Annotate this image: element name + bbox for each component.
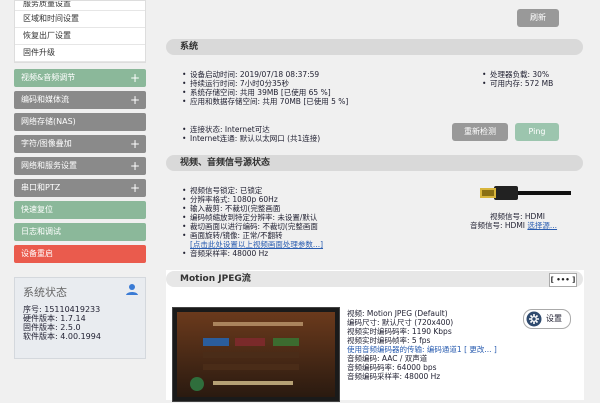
expand-icon: + [129,137,140,151]
video-thumbnail [177,312,335,397]
system-storage: 系统存储空间: 共用 39MB [已使用 65 %] [182,88,412,97]
app-storage: 应用和数据存储空间: 共用 70MB [已使用 5 %] [182,97,412,106]
expand-icon: + [129,93,140,107]
video-settings-link[interactable]: [点击此处设置以上视频画面处理参数...] [182,240,422,249]
input-crop: 输入裁剪: 不裁切(完整画面 [182,204,422,213]
audio-signal-label: 音频信号: HDMI [470,221,526,230]
gear-icon [526,311,542,327]
sidebar-item-overlay[interactable]: 字符/图像叠加 + [14,135,146,153]
audio-bitrate: 音频编码码率: 64000 bps [347,363,437,372]
encode-crop: 裁切画面以进行编码: 不裁切(完整画面 [182,222,422,231]
resolution: 分辨率格式: 1080p 60Hz [182,195,422,204]
sidebar-item-label: 网络存储(NAS) [21,117,76,126]
video-signal: 视频信号: HDMI [490,212,546,221]
software-version: 软件版本: 4.00.1994 [23,332,101,341]
expand-icon: + [129,159,140,173]
connection-status: 连接状态: Internet可达 [182,125,412,134]
sidebar-subitem[interactable]: 服务质量设置 [15,1,145,11]
main-content: 刷新 系统 设备启动时间: 2019/07/18 08:37:59 持续运行时间… [166,0,584,402]
sidebar-item-label: 快速复位 [21,205,53,214]
recheck-button[interactable]: 重新检测 [452,123,508,141]
sidebar-item-serial-ptz[interactable]: 串口和PTZ + [14,179,146,197]
encode-scale: 编码帧缩放到特定分辨率: 未设置/默认 [182,213,422,222]
system-info-list: 设备启动时间: 2019/07/18 08:37:59 持续运行时间: 7小时0… [182,70,412,106]
serial-number: 序号: 15110419233 [23,305,101,314]
hdmi-cable-icon [480,186,571,200]
system-panel-title: 系统 [166,39,583,55]
mjpeg-panel-title: Motion JPEG流 [166,271,583,287]
sidebar-item-video-audio[interactable]: 视频&音频调节 + [14,69,146,87]
audio-signal: 音频信号: HDMI 选择源... [470,221,582,230]
audio-sample-rate-stream: 音频编码采样率: 48000 Hz [347,372,441,381]
sidebar-item-label: 日志和调试 [21,227,61,236]
signal-lock: 视频信号锁定: 已锁定 [182,186,422,195]
sidebar-item-label: 视频&音频调节 [21,73,76,82]
cpu-load: 处理器负载: 30% [482,70,582,79]
boot-time: 设备启动时间: 2019/07/18 08:37:59 [182,70,412,79]
encode-size: 编码尺寸: 默认尺寸 (720x400) [347,318,454,327]
sidebar-item-log-debug[interactable]: 日志和调试 [14,223,146,241]
connectivity-list: 连接状态: Internet可达 Internet连通: 默认以太网口 (共1连… [182,125,412,143]
sidebar-item-label: 设备重启 [21,249,53,258]
sidebar-item-network[interactable]: 网络和服务设置 + [14,157,146,175]
video-preview[interactable] [172,307,340,402]
sidebar-item-nas[interactable]: 网络存储(NAS) [14,113,146,131]
firmware-version: 固件版本: 2.5.0 [23,323,81,332]
audio-sample-rate: 音频采样率: 48000 Hz [182,249,422,258]
sidebar-subitem[interactable]: 固件升级 [15,45,145,62]
settings-button[interactable]: 设置 [523,309,571,329]
sidebar-item-encoding[interactable]: 编码和媒体流 + [14,91,146,109]
sidebar-item-label: 网络和服务设置 [21,161,77,170]
hardware-version: 硬件版本: 1.7.14 [23,314,86,323]
settings-label: 设置 [546,314,562,323]
audio-encoder-channel[interactable]: 使用音频编码器的传输: 编码通道1 [ 更改... ] [347,345,517,354]
sidebar-submenu: 服务质量设置 区域和时间设置 恢复出厂设置 固件升级 [14,0,146,63]
app-root: { "sidebar": { "top_items": ["服务质量设置", "… [0,0,600,402]
system-resource-list: 处理器负载: 30% 可用内存: 572 MB [482,70,582,88]
sidebar: 服务质量设置 区域和时间设置 恢复出厂设置 固件升级 视频&音频调节 + 编码和… [14,0,146,400]
sidebar-item-reboot[interactable]: 设备重启 [14,245,146,263]
refresh-button[interactable]: 刷新 [517,9,559,27]
rotation: 画面旋转/镜像: 正常/不翻转 [182,231,422,240]
av-panel-title: 视频、音频信号源状态 [166,155,583,171]
sidebar-subitem[interactable]: 区域和时间设置 [15,11,145,28]
sidebar-item-label: 编码和媒体流 [21,95,69,104]
sidebar-item-label: 字符/图像叠加 [21,139,72,148]
system-status-title: 系统状态 [23,286,67,299]
video-fps: 视频实时编码帧率: 5 fps [347,336,431,345]
system-status-panel: 系统状态 序号: 15110419233 硬件版本: 1.7.14 固件版本: … [14,277,146,359]
expand-icon: + [129,71,140,85]
sidebar-item-label: 串口和PTZ [21,183,61,192]
internet-connection: Internet连通: 默认以太网口 (共1连接) [182,134,412,143]
mjpeg-info-list: 视频: Motion JPEG (Default) 编码尺寸: 默认尺寸 (72… [347,309,517,381]
av-info-list: 视频信号锁定: 已锁定 分辨率格式: 1080p 60Hz 输入裁剪: 不裁切(… [182,186,422,258]
sidebar-subitem[interactable]: 恢复出厂设置 [15,28,145,45]
video-bitrate: 视频实时编码码率: 1190 Kbps [347,327,452,336]
expand-icon: + [129,181,140,195]
audio-codec: 音频编码: AAC / 双声道 [347,354,428,363]
more-options-button[interactable]: [ ••• ] [549,273,577,287]
sidebar-item-quick-reset[interactable]: 快速复位 [14,201,146,219]
free-memory: 可用内存: 572 MB [482,79,582,88]
uptime: 持续运行时间: 7小时0分35秒 [182,79,412,88]
user-info-icon[interactable] [125,282,139,296]
stream-codec: 视频: Motion JPEG (Default) [347,309,448,318]
ping-button[interactable]: Ping [515,123,559,141]
select-source-link[interactable]: 选择源... [527,221,557,230]
